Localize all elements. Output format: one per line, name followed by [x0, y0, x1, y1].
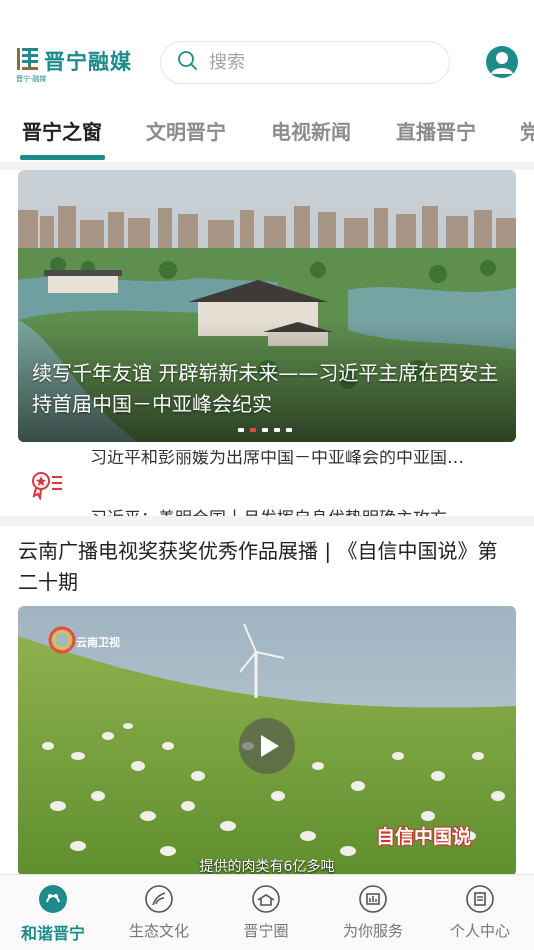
search-input[interactable] [209, 52, 429, 73]
app-logo[interactable]: 晋宁融媒 [16, 46, 132, 76]
video-subtitle: 提供的肉类有6亿多吨 [199, 859, 335, 875]
service-icon [358, 884, 388, 914]
article-title[interactable]: 云南广播电视奖获奖优秀作品展播 | 《自信中国说》第二十期 [18, 536, 516, 598]
nav-label: 和谐晋宁 [20, 924, 85, 943]
harmony-icon [38, 884, 68, 914]
app-page: 晋宁融媒 晋宁·融媒 晋宁之窗 文明晋宁 电视新闻 直播晋宁 党 [0, 0, 534, 950]
nav-label: 个人中心 [449, 922, 510, 940]
nav-label: 生态文化 [128, 922, 189, 940]
search-icon [177, 50, 199, 76]
profile-icon [465, 884, 495, 914]
play-icon [261, 735, 279, 757]
logo-mark-icon [16, 46, 40, 76]
tab-civilized-jinning[interactable]: 文明晋宁 [146, 116, 226, 145]
nav-label: 为你服务 [342, 922, 403, 940]
nav-jinning-circle[interactable]: 晋宁圈 [213, 875, 319, 950]
carousel-caption: 续写千年友谊 开辟崭新未来——习近平主席在西安主持首届中国－中亚峰会纪实 [32, 361, 499, 416]
nav-services[interactable]: 为你服务 [320, 875, 426, 950]
carousel-dot-active[interactable] [250, 428, 256, 432]
bottom-navigation: 和谐晋宁 生态文化 晋宁圈 为你服务 个人中心 [0, 874, 534, 950]
headline-ticker[interactable]: 习近平和彭丽媛为出席中国－中亚峰会的中亚国… 习近平：善明合国十月发挥自身优势明… [0, 450, 534, 516]
news-carousel[interactable]: 续写千年友谊 开辟崭新未来——习近平主席在西安主持首届中国－中亚峰会纪实 [18, 170, 516, 442]
search-bar[interactable] [160, 41, 450, 84]
nav-ecology-culture[interactable]: 生态文化 [106, 875, 212, 950]
divider [0, 516, 534, 526]
tab-live-jinning[interactable]: 直播晋宁 [396, 116, 476, 145]
user-avatar-icon[interactable] [486, 46, 518, 78]
video-brand-text: 自信中国说 [376, 826, 472, 848]
logo-subtext: 晋宁·融媒 [16, 75, 47, 83]
ecology-icon [144, 884, 174, 914]
play-button[interactable] [239, 718, 295, 774]
article-video[interactable]: 云南卫视 自信中国说 提供的肉类有6亿多吨 [18, 606, 516, 876]
carousel-dot[interactable] [262, 428, 268, 432]
headline-badge-icon [30, 470, 64, 502]
tab-jinning-window[interactable]: 晋宁之窗 [22, 116, 102, 145]
tab-party[interactable]: 党 [520, 116, 534, 145]
circle-icon [251, 884, 281, 914]
nav-label: 晋宁圈 [243, 922, 289, 940]
divider [0, 162, 534, 170]
carousel-dot[interactable] [286, 428, 292, 432]
video-channel-logo: 云南卫视 [76, 636, 120, 649]
tab-tv-news[interactable]: 电视新闻 [271, 116, 351, 145]
nav-harmony-jinning[interactable]: 和谐晋宁 [0, 875, 106, 950]
carousel-dots [238, 428, 292, 432]
top-header: 晋宁融媒 晋宁·融媒 [0, 0, 534, 100]
category-tabs: 晋宁之窗 文明晋宁 电视新闻 直播晋宁 党 [0, 100, 534, 162]
ticker-headline[interactable]: 习近平：善明合国十月发挥自身优势明确主攻方 [90, 504, 520, 516]
nav-personal-center[interactable]: 个人中心 [427, 875, 533, 950]
active-tab-indicator [20, 155, 105, 160]
logo-text: 晋宁融媒 [44, 50, 132, 74]
carousel-dot[interactable] [238, 428, 244, 432]
ticker-headline[interactable]: 习近平和彭丽媛为出席中国－中亚峰会的中亚国… [90, 450, 520, 468]
carousel-dot[interactable] [274, 428, 280, 432]
